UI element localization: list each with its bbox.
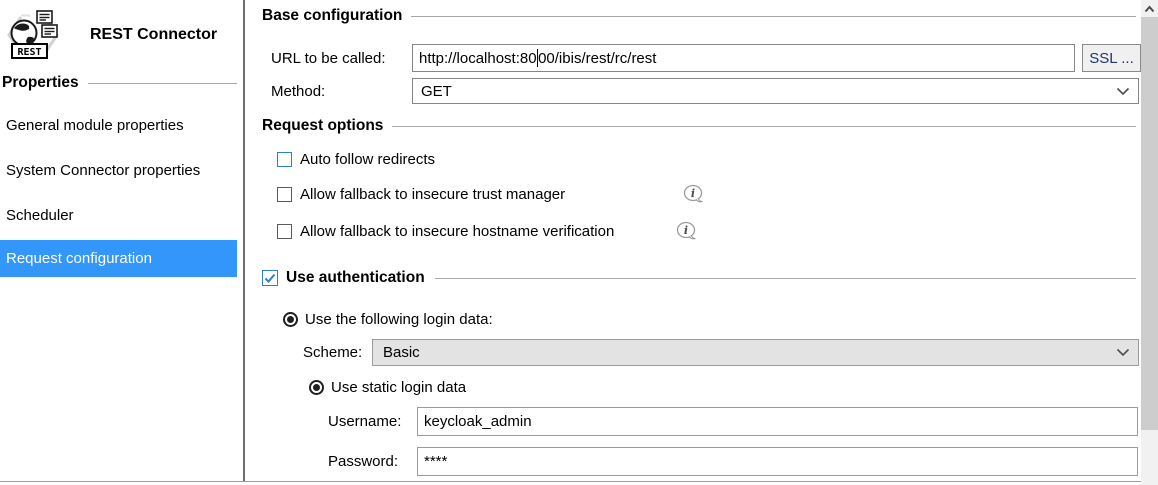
svg-text:REST: REST (17, 47, 41, 58)
auto-follow-redirects-row: Auto follow redirects (277, 150, 435, 168)
sidebar-item-scheduler[interactable]: Scheduler (0, 197, 237, 234)
chevron-down-icon (1116, 344, 1130, 361)
password-input[interactable]: **** (417, 447, 1138, 476)
use-authentication-section: Use authentication (262, 269, 1136, 287)
rest-connector-properties-window: REST REST Connector Properties General m… (0, 0, 1158, 485)
sidebar-item-system-connector-properties[interactable]: System Connector properties (0, 152, 237, 189)
request-options-section: Request options (262, 117, 1136, 135)
static-login-radio[interactable] (309, 379, 324, 395)
module-title: REST Connector (90, 26, 218, 43)
section-divider-line (392, 125, 1136, 127)
info-icon[interactable]: i (676, 221, 697, 241)
auto-follow-redirects-checkbox[interactable] (277, 151, 292, 167)
use-authentication-checkbox[interactable] (262, 270, 278, 286)
scheme-label: Scheme: (303, 344, 363, 361)
window-bottom-border (0, 481, 1141, 482)
properties-header: Properties (2, 74, 237, 92)
base-configuration-title: Base configuration (262, 7, 403, 24)
scrollbar-thumb[interactable] (1141, 17, 1158, 430)
static-login-radio-label[interactable]: Use static login data (331, 379, 466, 396)
static-login-radio-row: Use static login data (309, 378, 466, 396)
svg-text:i: i (691, 187, 695, 200)
login-data-radio-row: Use the following login data: (283, 310, 493, 328)
properties-divider-line (87, 82, 237, 84)
scrollbar[interactable] (1141, 0, 1158, 485)
login-data-radio-label[interactable]: Use the following login data: (305, 311, 493, 328)
auto-follow-redirects-label[interactable]: Auto follow redirects (300, 151, 435, 168)
url-text-after: 00/ibis/rest/rc/rest (538, 49, 657, 67)
url-label: URL to be called: (271, 50, 386, 67)
password-label: Password: (328, 453, 399, 470)
chevron-down-icon (1116, 83, 1130, 100)
svg-text:i: i (684, 224, 688, 237)
url-text-before: http://localhost:80 (419, 49, 537, 67)
ssl-button[interactable]: SSL ... (1082, 44, 1141, 72)
scheme-value: Basic (383, 344, 420, 361)
insecure-trust-manager-checkbox[interactable] (277, 186, 292, 202)
username-input[interactable]: keycloak_admin (417, 407, 1138, 436)
section-divider-line (434, 277, 1136, 279)
method-label: Method: (271, 83, 326, 100)
method-select[interactable]: GET (412, 78, 1139, 104)
insecure-trust-manager-row: Allow fallback to insecure trust manager (277, 185, 565, 203)
properties-title: Properties (2, 74, 79, 91)
sidebar-main-divider (243, 0, 245, 482)
scroll-up-button[interactable] (1141, 0, 1158, 17)
username-value: keycloak_admin (424, 413, 532, 430)
section-divider-line (411, 15, 1136, 17)
insecure-hostname-verification-row: Allow fallback to insecure hostname veri… (277, 222, 614, 240)
chevron-up-icon (1144, 0, 1155, 17)
sidebar-item-request-configuration[interactable]: Request configuration (0, 240, 237, 277)
url-input[interactable]: http://localhost:80 00/ibis/rest/rc/rest (412, 44, 1075, 72)
use-authentication-title[interactable]: Use authentication (286, 269, 425, 287)
sidebar-item-general-module-properties[interactable]: General module properties (0, 107, 237, 144)
insecure-hostname-verification-label[interactable]: Allow fallback to insecure hostname veri… (300, 223, 614, 240)
request-options-title: Request options (262, 117, 384, 134)
login-data-radio[interactable] (283, 311, 298, 327)
method-value: GET (421, 82, 452, 100)
password-value: **** (424, 453, 448, 470)
scheme-select[interactable]: Basic (372, 339, 1139, 366)
insecure-trust-manager-label[interactable]: Allow fallback to insecure trust manager (300, 186, 565, 203)
info-icon[interactable]: i (683, 184, 704, 204)
rest-connector-icon: REST (4, 8, 62, 62)
username-label: Username: (328, 413, 402, 430)
base-configuration-section: Base configuration (262, 7, 1136, 25)
insecure-hostname-verification-checkbox[interactable] (277, 223, 292, 239)
